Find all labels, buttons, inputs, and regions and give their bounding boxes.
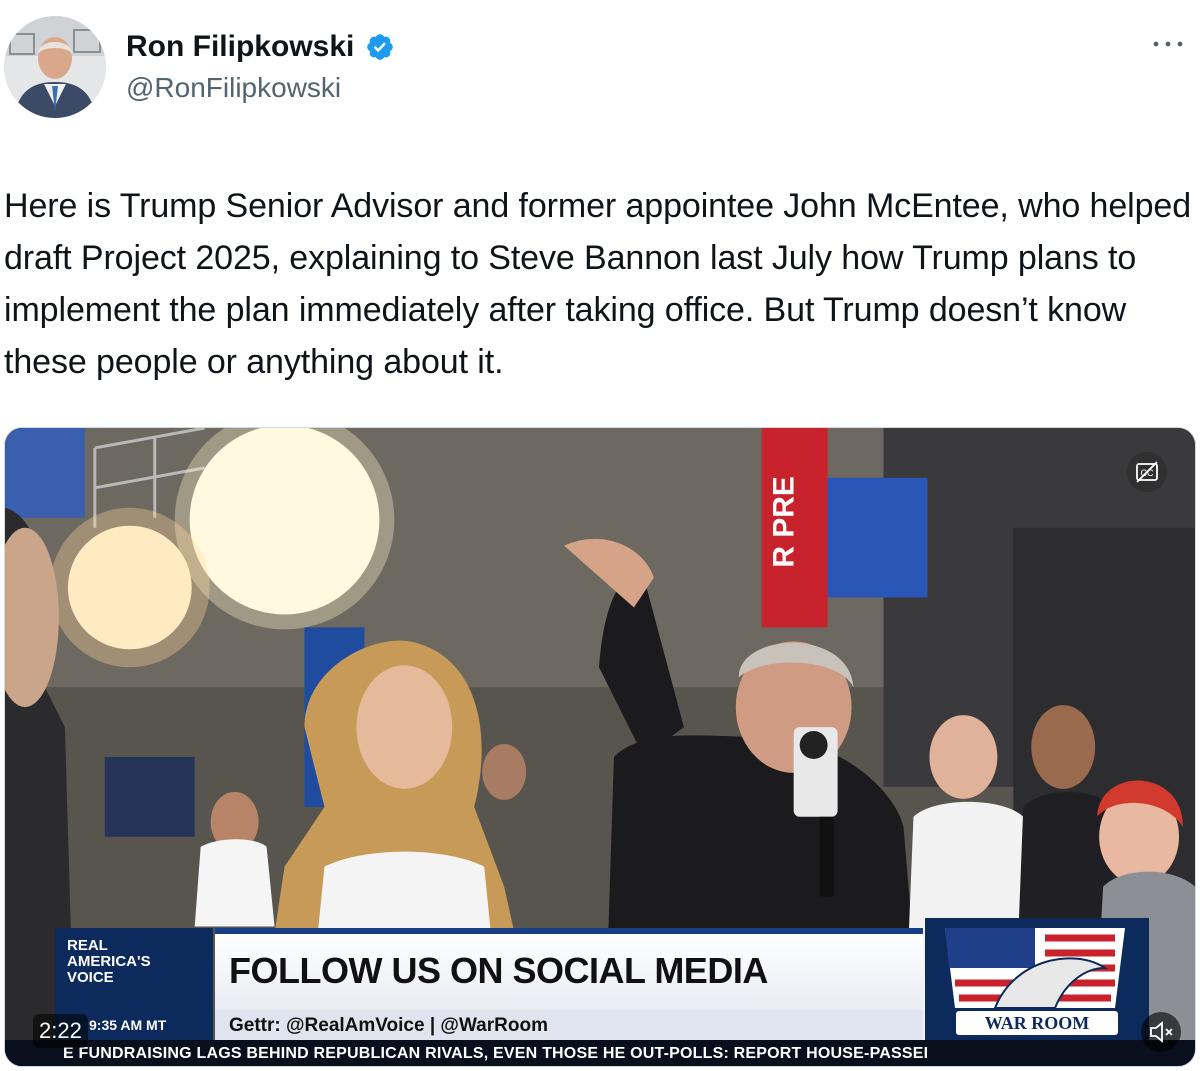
lower-third: REAL AMERICA'S VOICE FOLLOW US ON SOCIAL…	[55, 918, 1155, 1040]
video-duration: 2:22	[33, 1014, 88, 1048]
svg-text:R PRE: R PRE	[768, 476, 801, 567]
mute-button[interactable]	[1141, 1012, 1181, 1052]
ticker-text: E FUNDRAISING LAGS BEHIND REPUBLICAN RIV…	[63, 1045, 929, 1062]
headline-banner: FOLLOW US ON SOCIAL MEDIA	[215, 928, 923, 1010]
network-logo: REAL AMERICA'S VOICE	[55, 928, 213, 1010]
more-horizontal-icon[interactable]	[1148, 34, 1188, 54]
tweet-header: Ron Filipkowski @RonFilipkowski	[0, 0, 1200, 130]
war-room-logo: WAR ROOM	[925, 888, 1149, 1040]
closed-captions-off-icon: CC	[1136, 461, 1158, 483]
clock-text: 9:35 AM MT	[89, 1017, 167, 1033]
eagle-flag-icon: WAR ROOM	[925, 918, 1149, 1040]
author-handle[interactable]: @RonFilipkowski	[126, 72, 395, 104]
social-bar: Gettr: @RealAmVoice | @WarRoom	[215, 1010, 923, 1040]
captions-button[interactable]: CC	[1127, 452, 1167, 492]
network-line3: VOICE	[67, 969, 114, 986]
avatar-photo-icon	[4, 16, 106, 118]
war-room-text: WAR ROOM	[985, 1013, 1090, 1033]
social-handles: Gettr: @RealAmVoice | @WarRoom	[229, 1015, 548, 1036]
network-line1: REAL	[67, 937, 108, 954]
news-ticker: E FUNDRAISING LAGS BEHIND REPUBLICAN RIV…	[5, 1040, 1195, 1066]
video-player[interactable]: R PRE REAL AMERICA'S VOICE FOLLOW US ON …	[4, 427, 1196, 1067]
muted-speaker-icon	[1150, 1021, 1173, 1043]
tweet-text: Here is Trump Senior Advisor and former …	[4, 187, 1192, 381]
verified-badge-icon[interactable]	[365, 32, 395, 62]
author-avatar[interactable]	[4, 16, 106, 118]
network-line2: AMERICA'S	[67, 953, 151, 970]
author-names: Ron Filipkowski @RonFilipkowski	[126, 30, 395, 104]
headline-text: FOLLOW US ON SOCIAL MEDIA	[229, 950, 768, 991]
author-display-name[interactable]: Ron Filipkowski	[126, 30, 354, 64]
